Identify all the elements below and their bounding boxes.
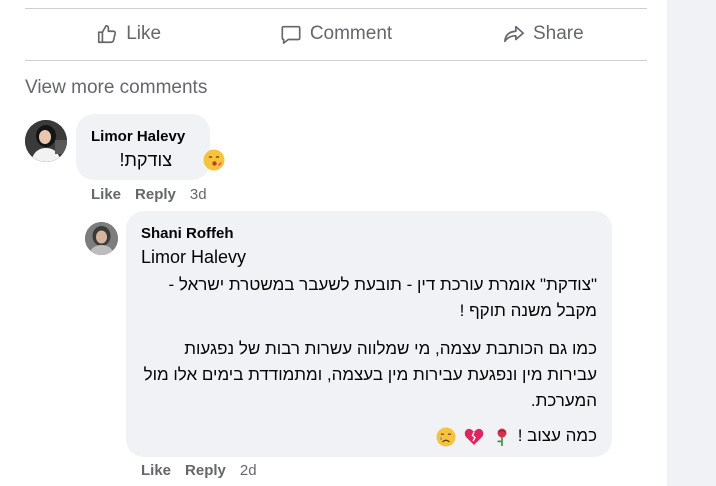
comment-button[interactable]: Comment bbox=[232, 16, 439, 52]
rose-icon bbox=[496, 428, 507, 446]
comment-reply-link[interactable]: Reply bbox=[135, 186, 176, 203]
avatar-photo bbox=[25, 120, 67, 162]
comment-paragraph-with-emojis: כמה עצוב ! bbox=[137, 423, 597, 449]
comment-label: Comment bbox=[309, 23, 393, 44]
comment-author[interactable]: Limor Halevy bbox=[91, 128, 185, 145]
comment-paragraph: "צודקת" אומרת עורכת דין - תובעת לשעבר במ… bbox=[168, 275, 597, 320]
comment-timestamp[interactable]: 2d bbox=[240, 462, 257, 479]
like-button[interactable]: Like bbox=[25, 16, 232, 52]
comment-like-link[interactable]: Like bbox=[91, 186, 121, 203]
share-button[interactable]: Share bbox=[440, 16, 647, 52]
right-gutter bbox=[667, 0, 716, 486]
avatar[interactable] bbox=[85, 222, 118, 255]
share-label: Share bbox=[532, 23, 584, 44]
comment-text: כמה עצוב ! bbox=[517, 426, 597, 445]
comment-bubble: Shani Roffeh Limor Halevy "צודקת" אומרת … bbox=[126, 211, 612, 457]
speech-bubble-icon bbox=[281, 25, 301, 44]
thumbs-up-icon bbox=[98, 24, 117, 44]
comment-author[interactable]: Shani Roffeh bbox=[141, 225, 234, 242]
kissing-face-icon bbox=[203, 149, 225, 171]
avatar[interactable] bbox=[25, 120, 67, 162]
comment-like-link[interactable]: Like bbox=[141, 462, 171, 479]
like-label: Like bbox=[126, 23, 162, 44]
avatar-photo bbox=[85, 222, 118, 255]
crying-face-icon bbox=[436, 427, 455, 447]
comment-text: צודקת! bbox=[119, 150, 172, 170]
mention-link[interactable]: Limor Halevy bbox=[141, 247, 246, 268]
page: Like Comment Share View more comments Li… bbox=[0, 0, 716, 486]
broken-heart-icon bbox=[465, 428, 484, 445]
divider bbox=[25, 8, 647, 9]
divider bbox=[25, 60, 647, 61]
post-card: Like Comment Share View more comments Li… bbox=[0, 0, 667, 486]
comment-paragraph: כמו גם הכותבת עצמה, מי שמלווה עשרות רבות… bbox=[143, 339, 597, 410]
post-action-bar: Like Comment Share bbox=[25, 12, 647, 56]
share-arrow-icon bbox=[503, 25, 524, 43]
comment-reply-link[interactable]: Reply bbox=[185, 462, 226, 479]
comment-timestamp[interactable]: 3d bbox=[190, 186, 207, 203]
comment-bubble: Limor Halevy צודקת! bbox=[76, 114, 225, 180]
view-more-comments-link[interactable]: View more comments bbox=[25, 77, 207, 99]
comment-actions: Like Reply 2d bbox=[141, 462, 257, 479]
comment-actions: Like Reply 3d bbox=[91, 186, 207, 203]
